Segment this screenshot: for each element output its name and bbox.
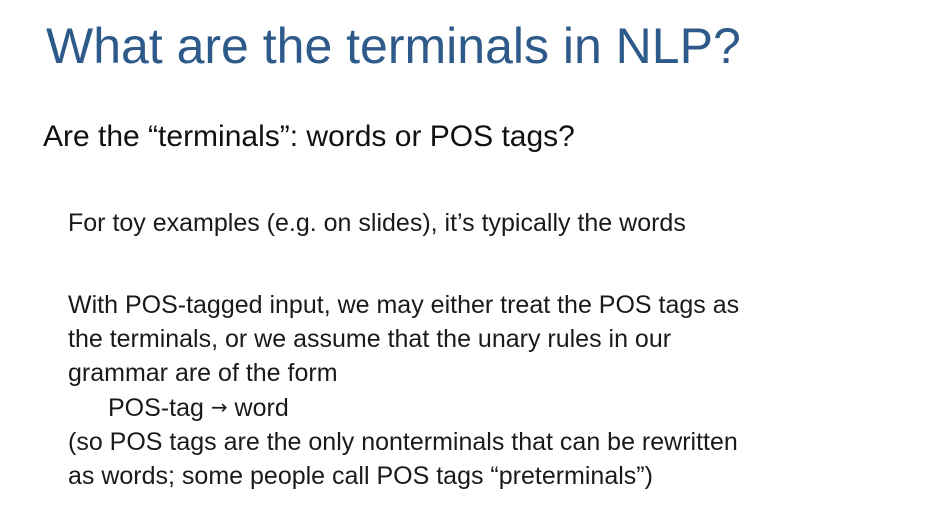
slide: What are the terminals in NLP? Are the “… (0, 0, 951, 525)
paragraph-line: (so POS tags are the only nonterminals t… (68, 428, 738, 456)
paragraph-line: With POS-tagged input, we may either tre… (68, 291, 740, 319)
paragraph-line: grammar are of the form (68, 359, 338, 387)
paragraph-line: the terminals, or we assume that the una… (68, 325, 672, 353)
slide-title: What are the terminals in NLP? (46, 18, 741, 74)
right-arrow-icon: → (210, 395, 228, 419)
rule-rhs: word (234, 394, 289, 422)
paragraph-line: as words; some people call POS tags “pre… (68, 462, 653, 490)
rule-lhs: POS-tag (108, 394, 204, 422)
grammar-rule: POS-tag → word (68, 390, 908, 425)
paragraph-pos-tagged-input: With POS-tagged input, we may either tre… (68, 288, 908, 493)
slide-subtitle: Are the “terminals”: words or POS tags? (43, 120, 575, 153)
paragraph-toy-examples: For toy examples (e.g. on slides), it’s … (68, 209, 686, 237)
